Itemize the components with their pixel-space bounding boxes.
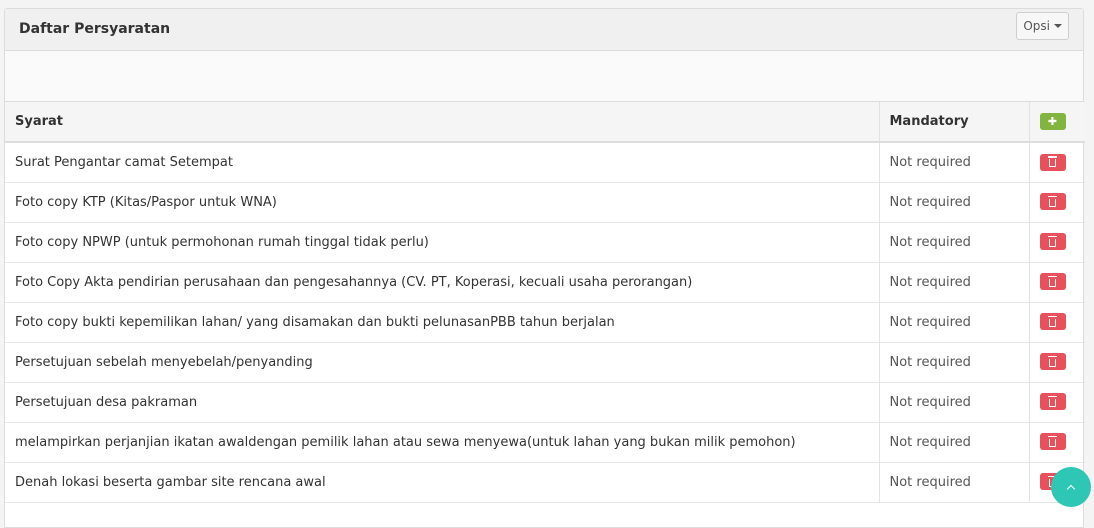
- options-label: Opsi: [1023, 19, 1050, 33]
- requirement-name: Foto copy KTP (Kitas/Paspor untuk WNA): [5, 182, 880, 222]
- requirement-name: Foto copy NPWP (untuk permohonan rumah t…: [5, 222, 880, 262]
- mandatory-status: Not required: [879, 422, 1030, 462]
- row-actions: [1029, 142, 1085, 182]
- mandatory-status: Not required: [879, 142, 1030, 182]
- table-row: melampirkan perjanjian ikatan awaldengan…: [5, 422, 1085, 462]
- column-header-syarat: Syarat: [5, 102, 880, 142]
- delete-requirement-button[interactable]: [1039, 233, 1066, 251]
- requirement-name: Persetujuan sebelah menyebelah/penyandin…: [5, 342, 880, 382]
- chevron-up-icon: [1066, 484, 1076, 493]
- table-row: Persetujuan desa pakraman Not required: [5, 382, 1085, 422]
- requirement-name: Surat Pengantar camat Setempat: [5, 142, 880, 182]
- table-row: Foto copy KTP (Kitas/Paspor untuk WNA) No…: [5, 182, 1085, 222]
- mandatory-status: Not required: [879, 182, 1030, 222]
- mandatory-status: Not required: [879, 382, 1030, 422]
- requirement-name: Persetujuan desa pakraman: [5, 382, 880, 422]
- delete-requirement-button[interactable]: [1039, 273, 1066, 291]
- requirement-name: melampirkan perjanjian ikatan awaldengan…: [5, 422, 880, 462]
- table-row: Persetujuan sebelah menyebelah/penyandin…: [5, 342, 1085, 382]
- trash-icon: [1048, 435, 1057, 447]
- panel-title: Daftar Persyaratan: [19, 21, 171, 37]
- requirements-table: Syarat Mandatory ✚ Surat Pengantar camat…: [5, 102, 1085, 503]
- requirement-name: Foto copy bukti kepemilikan lahan/ yang …: [5, 302, 880, 342]
- mandatory-status: Not required: [879, 342, 1030, 382]
- trash-icon: [1048, 195, 1057, 207]
- options-dropdown-button[interactable]: Opsi: [1016, 12, 1069, 40]
- mandatory-status: Not required: [879, 222, 1030, 262]
- table-row: Surat Pengantar camat Setempat Not requir…: [5, 142, 1085, 182]
- requirements-panel: Daftar Persyaratan Opsi Syarat Mandatory…: [4, 8, 1085, 528]
- row-actions: [1029, 302, 1085, 342]
- column-header-actions: ✚: [1029, 102, 1085, 142]
- requirement-name: Denah lokasi beserta gambar site rencana…: [5, 462, 880, 502]
- plus-icon: ✚: [1047, 115, 1058, 128]
- add-requirement-button[interactable]: ✚: [1039, 113, 1066, 130]
- delete-requirement-button[interactable]: [1039, 193, 1066, 211]
- table-row: Foto copy NPWP (untuk permohonan rumah t…: [5, 222, 1085, 262]
- delete-requirement-button[interactable]: [1039, 313, 1066, 331]
- delete-requirement-button[interactable]: [1039, 153, 1066, 171]
- trash-icon: [1048, 275, 1057, 287]
- trash-icon: [1048, 156, 1057, 167]
- column-header-mandatory: Mandatory: [879, 102, 1030, 142]
- trash-icon: [1048, 355, 1057, 367]
- row-actions: [1029, 342, 1085, 382]
- table-row: Denah lokasi beserta gambar site rencana…: [5, 462, 1085, 502]
- row-actions: [1029, 222, 1085, 262]
- mandatory-status: Not required: [879, 462, 1030, 502]
- mandatory-status: Not required: [879, 302, 1030, 342]
- trash-icon: [1048, 315, 1057, 327]
- table-header-row: Syarat Mandatory ✚: [5, 102, 1085, 142]
- row-actions: [1029, 422, 1085, 462]
- requirement-name: Foto Copy Akta pendirian perusahaan dan …: [5, 262, 880, 302]
- delete-requirement-button[interactable]: [1039, 433, 1066, 451]
- row-actions: [1029, 182, 1085, 222]
- row-actions: [1029, 382, 1085, 422]
- table-row: Foto Copy Akta pendirian perusahaan dan …: [5, 262, 1085, 302]
- trash-icon: [1048, 395, 1057, 407]
- trash-icon: [1048, 235, 1057, 247]
- delete-requirement-button[interactable]: [1039, 353, 1066, 371]
- caret-down-icon: [1054, 24, 1062, 28]
- table-row: Foto copy bukti kepemilikan lahan/ yang …: [5, 302, 1085, 342]
- toolbar-area: [5, 51, 1083, 102]
- panel-header: Daftar Persyaratan Opsi: [5, 9, 1083, 51]
- mandatory-status: Not required: [879, 262, 1030, 302]
- delete-requirement-button[interactable]: [1039, 393, 1066, 411]
- scroll-to-top-button[interactable]: [1051, 467, 1091, 507]
- row-actions: [1029, 262, 1085, 302]
